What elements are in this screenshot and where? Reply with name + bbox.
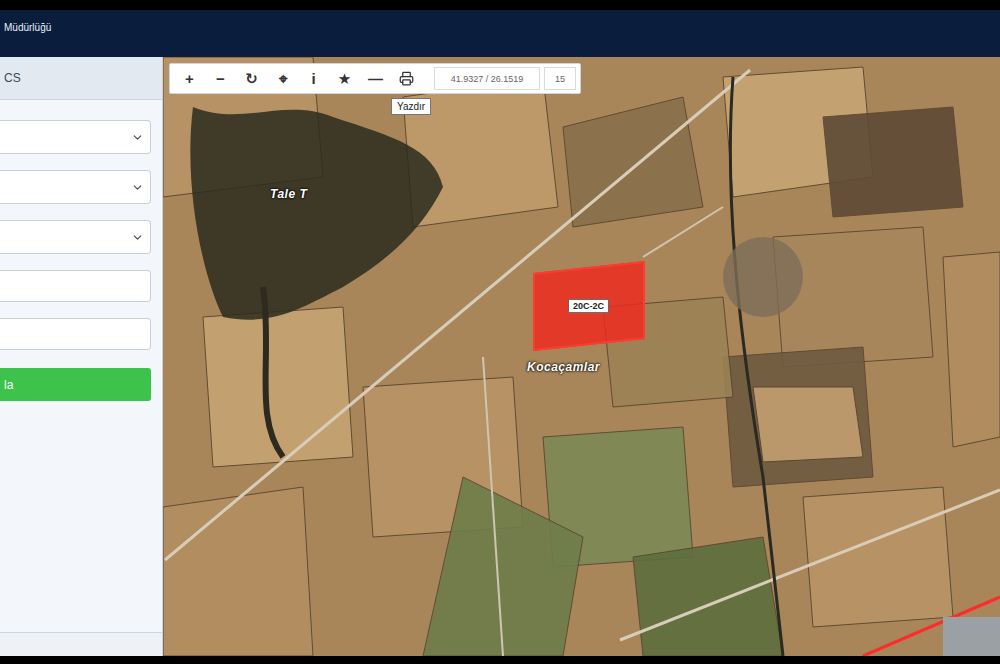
select-field[interactable] xyxy=(0,220,151,254)
select-field[interactable] xyxy=(0,170,151,204)
header-title: Müdürlüğü xyxy=(4,22,51,33)
tool-button[interactable]: — xyxy=(360,64,391,93)
chevron-down-icon xyxy=(131,131,144,144)
tooltip: Yazdır xyxy=(391,98,431,115)
tool-button[interactable]: ⌖ xyxy=(267,64,298,93)
tool-button[interactable]: + xyxy=(174,64,205,93)
text-input[interactable] xyxy=(0,270,151,302)
text-input[interactable] xyxy=(0,318,151,350)
tool-button[interactable]: − xyxy=(205,64,236,93)
header: Müdürlüğü xyxy=(0,10,1000,57)
village-label: Kocaçamlar xyxy=(527,360,600,374)
tool-button[interactable]: ↻ xyxy=(236,64,267,93)
sidebar: CS la xyxy=(0,57,163,656)
query-button[interactable]: la xyxy=(0,368,151,401)
chevron-down-icon xyxy=(131,231,144,244)
parcel[interactable]: 20C-2C xyxy=(533,261,645,351)
tool-button[interactable]: ★ xyxy=(329,64,360,93)
chevron-down-icon xyxy=(131,181,144,194)
sidebar-footer xyxy=(0,632,162,656)
search-form: la xyxy=(0,100,162,401)
map[interactable]: +−↻⌖i★— 41.9327 / 26.151915 Yazdır Tale T Ko… xyxy=(163,57,1000,656)
tool-button[interactable]: i xyxy=(298,64,329,93)
coordinates: 41.9327 / 26.1519 xyxy=(434,67,540,90)
parcel-label: 20C-2C xyxy=(568,299,609,313)
printer-icon xyxy=(399,71,414,86)
sidebar-title: CS xyxy=(0,57,162,100)
print-button[interactable] xyxy=(391,64,422,93)
app-frame: Müdürlüğü CS la +−↻⌖i★— 41.9327 / 26.151915 Y… xyxy=(0,0,1000,664)
area-label: Tale T xyxy=(270,187,307,201)
map-toolbar: +−↻⌖i★— 41.9327 / 26.151915 xyxy=(169,63,581,94)
satellite-image xyxy=(163,57,1000,656)
zoom-level: 15 xyxy=(544,67,576,90)
body: CS la +−↻⌖i★— 41.9327 / 26.151915 Yazdır Tale… xyxy=(0,57,1000,656)
select-field[interactable] xyxy=(0,120,151,154)
